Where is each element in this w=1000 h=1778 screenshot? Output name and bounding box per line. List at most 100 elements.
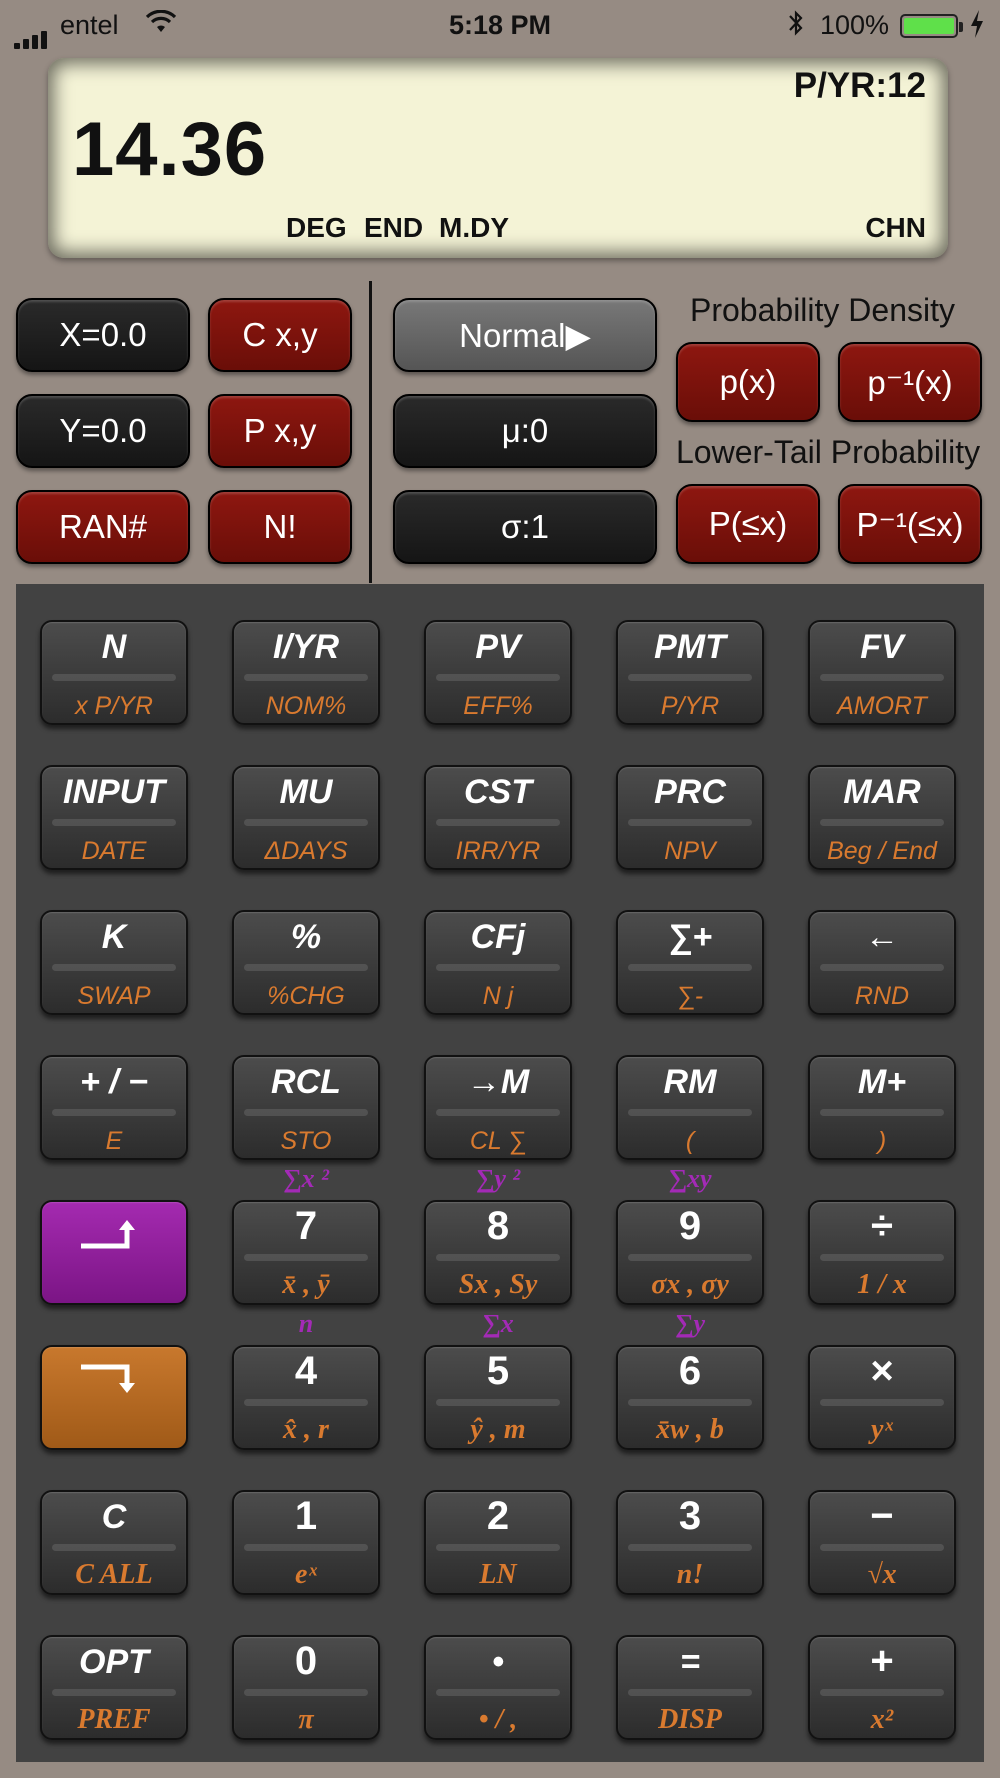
key-r5c4[interactable]: × yˣ <box>808 1345 956 1450</box>
key-r2c2[interactable]: CFj N j <box>424 910 572 1015</box>
key-blue-shift-label: n <box>298 1309 314 1338</box>
key-blue-shift-label: ∑xy <box>668 1164 712 1193</box>
shift-up-icon <box>42 1216 186 1262</box>
key-main-label: • <box>492 1643 504 1681</box>
key-main-label: PMT <box>654 628 726 666</box>
key-r6c4[interactable]: − √x <box>808 1490 956 1595</box>
key-ridge <box>436 819 560 826</box>
random-button[interactable]: RAN# <box>16 490 190 564</box>
y-value-button[interactable]: Y=0.0 <box>16 394 190 468</box>
key-r1c1[interactable]: MU ΔDAYS <box>232 765 380 870</box>
key-main-label: RM <box>663 1063 717 1101</box>
key-main-label: ∑+ <box>667 918 713 956</box>
key-shift-label: NOM% <box>265 692 347 720</box>
key-shift-label: RND <box>854 982 910 1010</box>
key-ridge <box>628 674 752 681</box>
key-main-label: ← <box>865 918 899 956</box>
distribution-mode-button[interactable]: Normal▶ <box>393 298 657 372</box>
key-main-label: M+ <box>857 1063 907 1101</box>
key-blue-shift-label: ∑x <box>482 1309 514 1338</box>
key-ridge <box>820 1544 944 1551</box>
key-shift-label: x² <box>870 1704 894 1735</box>
key-r0c4[interactable]: FV AMORT <box>808 620 956 725</box>
pinv-button[interactable]: p⁻¹(x) <box>838 342 982 422</box>
key-r2c4[interactable]: ← RND <box>808 910 956 1015</box>
key-ridge <box>628 1254 752 1261</box>
key-main-label: ÷ <box>871 1204 893 1248</box>
key-main-label: + <box>870 1639 894 1683</box>
key-r6c1[interactable]: 1 eˣ <box>232 1490 380 1595</box>
key-ridge <box>436 964 560 971</box>
key-r3c4[interactable]: M+) <box>808 1055 956 1160</box>
chn-indicator: CHN <box>865 212 926 243</box>
key-r0c0[interactable]: Nx P/YR <box>40 620 188 725</box>
key-ridge <box>820 1109 944 1116</box>
key-main-label: % <box>290 918 322 956</box>
x-value-button[interactable]: X=0.0 <box>16 298 190 372</box>
key-main-label: 3 <box>678 1494 702 1538</box>
key-main-label: 6 <box>678 1349 702 1393</box>
key-main-label: + / − <box>79 1063 149 1101</box>
key-shift-label: yˣ <box>871 1414 893 1445</box>
key-r1c2[interactable]: CST IRR/YR <box>424 765 572 870</box>
key-main-label: = <box>680 1643 700 1681</box>
key-r2c1[interactable]: % %CHG <box>232 910 380 1015</box>
key-r0c1[interactable]: I/YR NOM% <box>232 620 380 725</box>
pinvleq-button[interactable]: P⁻¹(≤x) <box>838 484 982 564</box>
key-r4c3[interactable]: 9 σx , σy <box>616 1200 764 1305</box>
key-r4c1[interactable]: 7 x̄ , ȳ <box>232 1200 380 1305</box>
key-ridge <box>820 819 944 826</box>
key-r7c0[interactable]: OPT PREF <box>40 1635 188 1740</box>
key-r7c1[interactable]: 0π <box>232 1635 380 1740</box>
key-r2c0[interactable]: K SWAP <box>40 910 188 1015</box>
combinations-button[interactable]: C x,y <box>208 298 352 372</box>
key-r6c0[interactable]: C C ALL <box>40 1490 188 1595</box>
key-ridge <box>52 964 176 971</box>
key-ridge <box>244 1254 368 1261</box>
pleq-button[interactable]: P(≤x) <box>676 484 820 564</box>
panel-divider <box>369 281 372 583</box>
key-shift-label: eˣ <box>295 1559 317 1590</box>
key-main-label: CFj <box>470 918 526 956</box>
key-r3c1[interactable]: RCL STO <box>232 1055 380 1160</box>
key-ridge <box>436 1689 560 1696</box>
key-r2c3[interactable]: ∑+ ∑- <box>616 910 764 1015</box>
lcd-display: P/YR:12 14.36 DEG END M.DY CHN <box>48 58 948 258</box>
key-r1c0[interactable]: INPUT DATE <box>40 765 188 870</box>
key-ridge <box>628 1109 752 1116</box>
shift-up-key[interactable] <box>40 1200 188 1305</box>
key-shift-label: Beg / End <box>827 837 937 865</box>
key-r4c4[interactable]: ÷ 1 / x <box>808 1200 956 1305</box>
sigma-button[interactable]: σ:1 <box>393 490 657 564</box>
key-r3c2[interactable]: →M CL ∑ <box>424 1055 572 1160</box>
key-r1c4[interactable]: MAR Beg / End <box>808 765 956 870</box>
permutations-button[interactable]: P x,y <box>208 394 352 468</box>
key-r6c2[interactable]: 2 LN <box>424 1490 572 1595</box>
key-blue-shift-label: ∑y <box>674 1309 706 1338</box>
px-button[interactable]: p(x) <box>676 342 820 422</box>
key-r5c3[interactable]: 6 x̄w , b <box>616 1345 764 1450</box>
mu-button[interactable]: μ:0 <box>393 394 657 468</box>
key-shift-label: Sx , Sy <box>458 1269 538 1300</box>
key-shift-label: E <box>105 1127 123 1155</box>
key-r1c3[interactable]: PRC NPV <box>616 765 764 870</box>
key-r4c2[interactable]: 8 Sx , Sy <box>424 1200 572 1305</box>
key-shift-label: AMORT <box>837 692 927 720</box>
key-r5c1[interactable]: 4 x̂ , r <box>232 1345 380 1450</box>
key-main-label: × <box>870 1349 894 1393</box>
key-ridge <box>244 1399 368 1406</box>
key-r0c2[interactable]: PV EFF% <box>424 620 572 725</box>
key-r3c3[interactable]: RM ( <box>616 1055 764 1160</box>
key-main-label: FV <box>860 628 904 666</box>
key-r3c0[interactable]: + / − E <box>40 1055 188 1160</box>
key-r7c3[interactable]: = DISP <box>616 1635 764 1740</box>
key-r7c2[interactable]: • • / , <box>424 1635 572 1740</box>
key-ridge <box>436 1399 560 1406</box>
key-r6c3[interactable]: 3 n! <box>616 1490 764 1595</box>
factorial-button[interactable]: N! <box>208 490 352 564</box>
key-r0c3[interactable]: PMT P/YR <box>616 620 764 725</box>
shift-down-key[interactable] <box>40 1345 188 1450</box>
key-r5c2[interactable]: 5 ŷ , m <box>424 1345 572 1450</box>
key-shift-label: IRR/YR <box>455 837 541 865</box>
key-r7c4[interactable]: + x² <box>808 1635 956 1740</box>
